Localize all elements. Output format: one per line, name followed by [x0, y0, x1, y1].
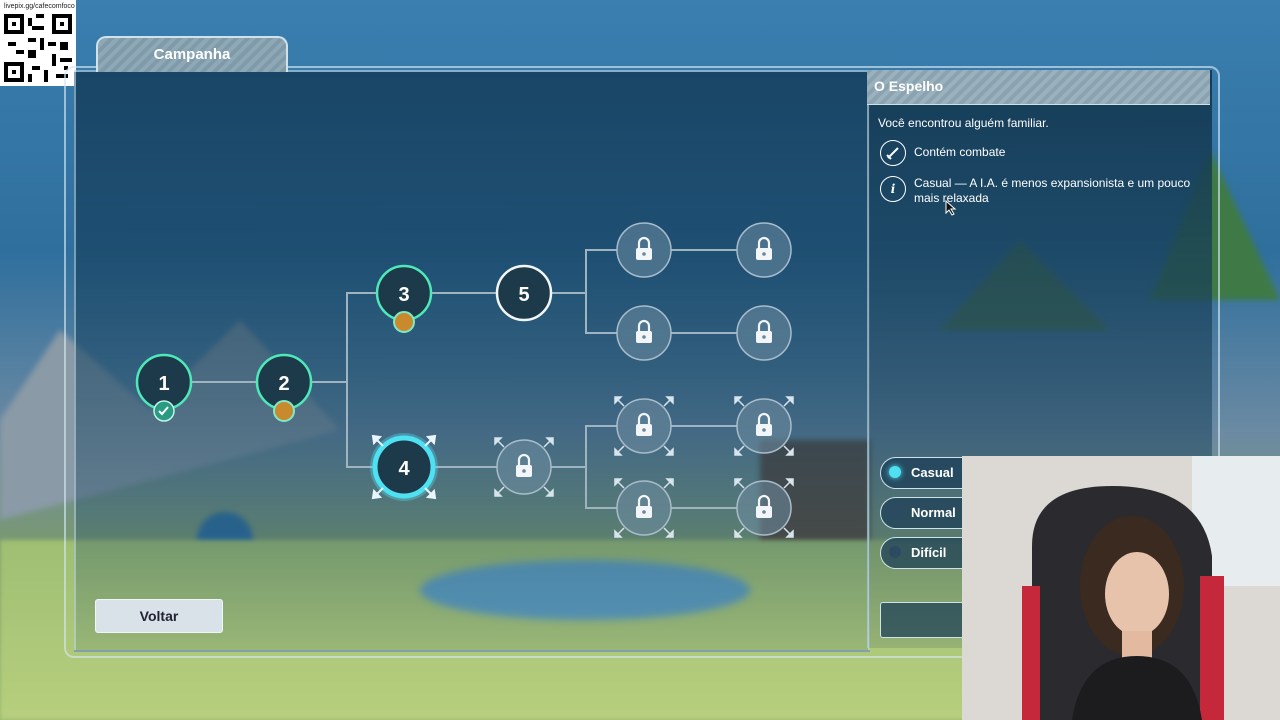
mission-node-3[interactable]: 3 [375, 264, 433, 333]
node-label: 4 [398, 458, 410, 480]
radio-dot-icon [889, 506, 901, 518]
streamer-image [962, 456, 1280, 720]
back-button[interactable]: Voltar [95, 599, 223, 633]
locked-mission-node [614, 396, 674, 456]
mission-node-2[interactable]: 2 [255, 353, 313, 422]
mission-node-5[interactable]: 5 [495, 264, 553, 322]
node-label: 1 [158, 373, 169, 395]
locked-mission-node [614, 478, 674, 538]
sword-icon [880, 140, 906, 166]
locked-mission-node [736, 222, 792, 278]
difficulty-label: Casual [911, 465, 954, 480]
webcam-overlay [962, 456, 1280, 720]
difficulty-label: Normal [911, 505, 956, 520]
info-icon: i [880, 176, 906, 202]
locked-mission-node [494, 437, 554, 497]
node-label: 5 [518, 284, 529, 306]
medal-icon [393, 311, 415, 333]
mission-title: O Espelho [874, 78, 944, 94]
locked-mission-node [616, 305, 672, 361]
locked-mission-node [616, 222, 672, 278]
mission-description: Você encontrou alguém familiar. [878, 116, 1049, 130]
locked-mission-node [734, 478, 794, 538]
locked-mission-node [736, 305, 792, 361]
radio-dot-icon [889, 466, 901, 478]
feature-text: Contém combate [914, 145, 1006, 159]
locked-mission-node [734, 396, 794, 456]
difficulty-label: Difícil [911, 545, 947, 560]
mission-node-1[interactable]: 1 [135, 353, 193, 422]
mission-node-4[interactable]: 4 [370, 433, 438, 501]
mouse-cursor-icon [945, 200, 957, 216]
medal-icon [273, 400, 295, 422]
radio-dot-icon [889, 546, 901, 558]
node-label: 3 [398, 284, 409, 306]
node-label: 2 [278, 373, 289, 395]
